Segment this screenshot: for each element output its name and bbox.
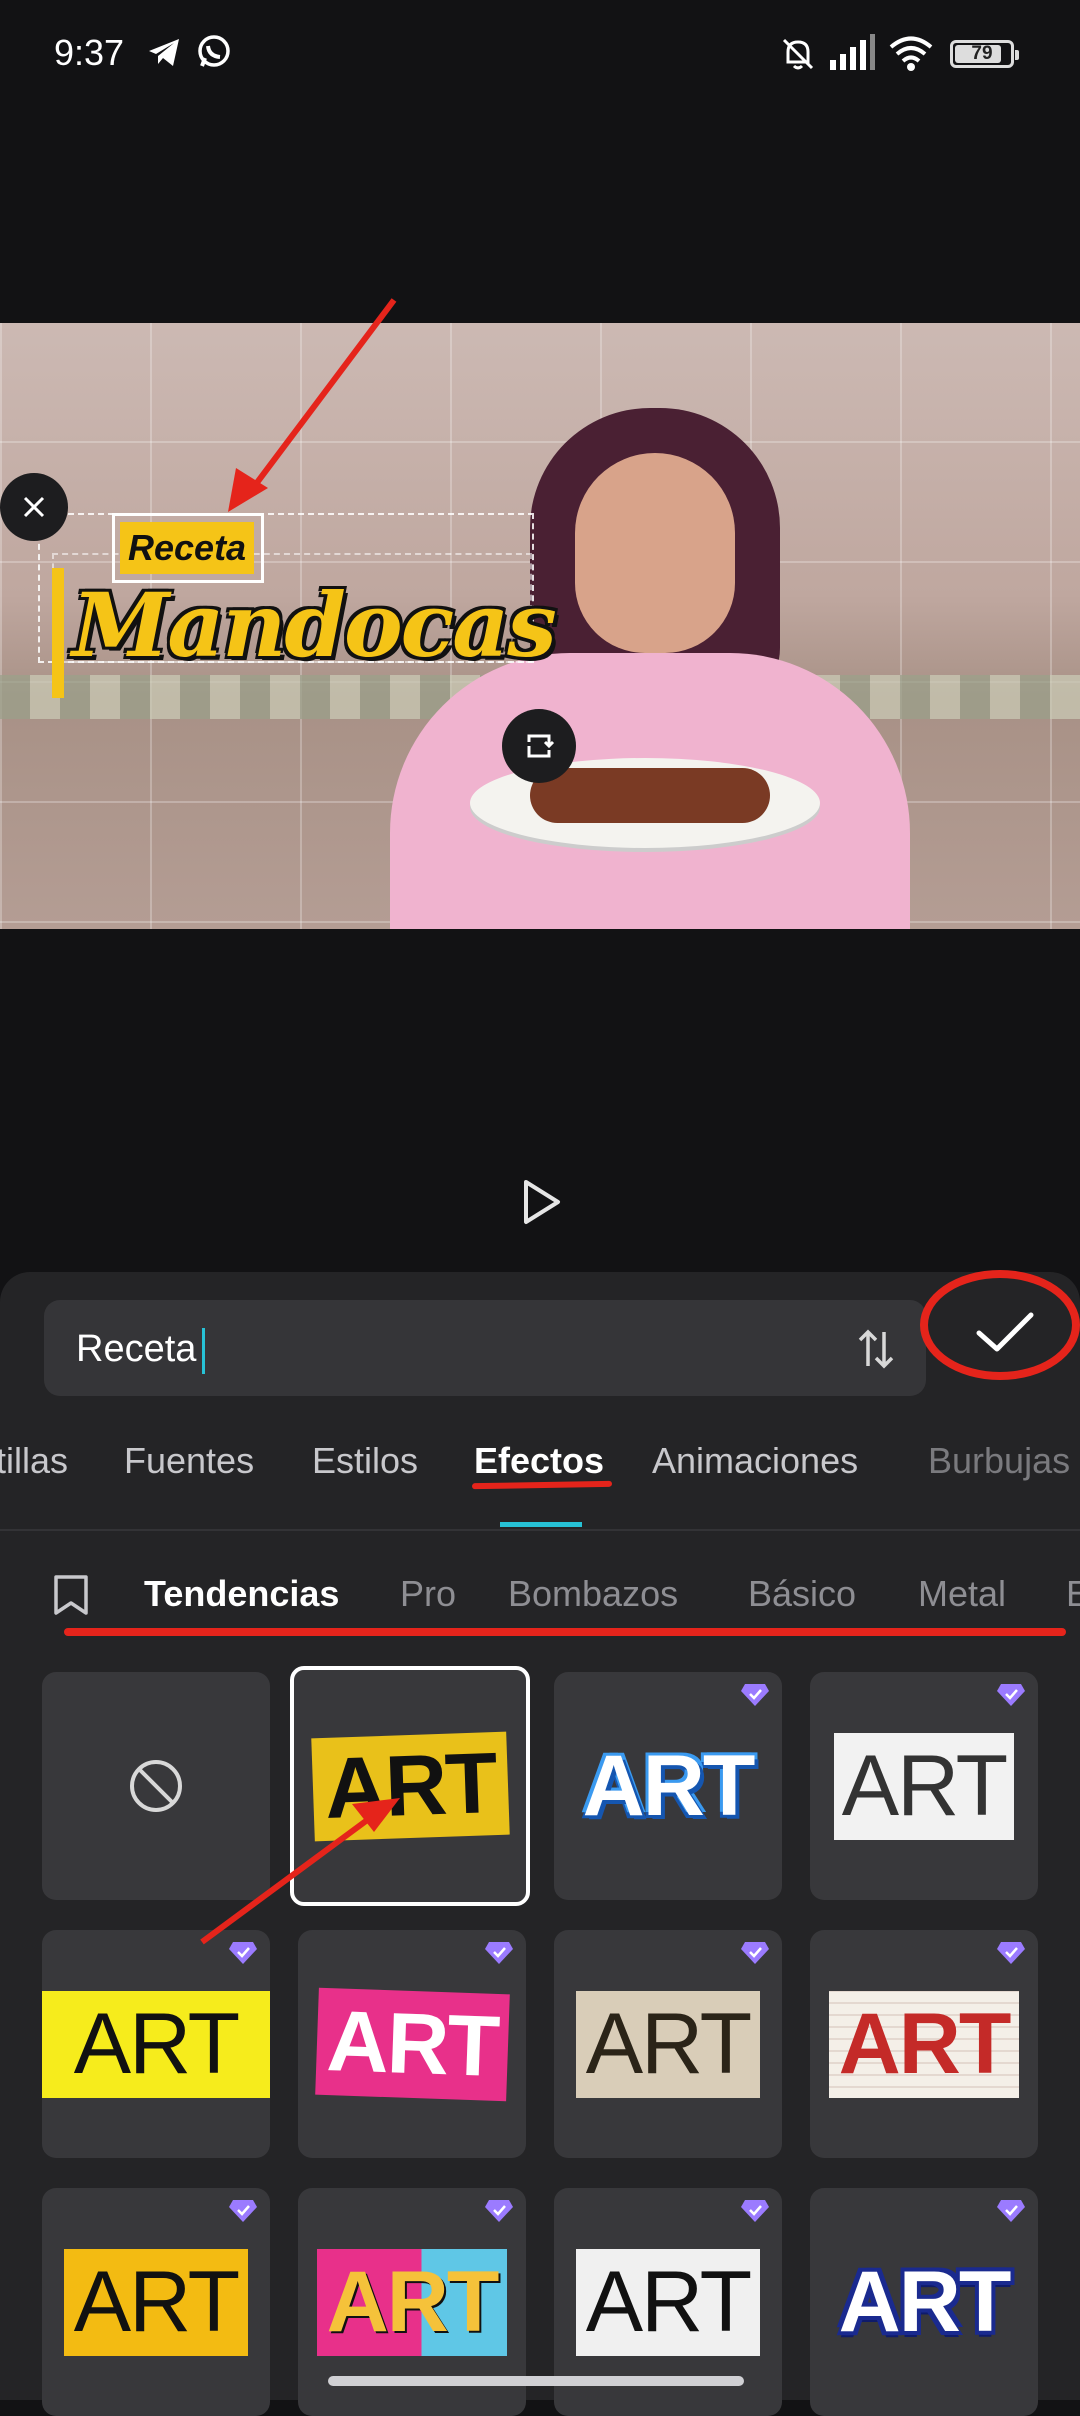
effect-yellow-torn[interactable]: ART: [42, 1930, 270, 2158]
status-time: 9:37: [54, 32, 125, 73]
style-tabs: tillas Fuentes Estilos Efectos Animacion…: [0, 1430, 1080, 1530]
active-tab-indicator: [500, 1522, 582, 1527]
signal-icon: [830, 34, 875, 70]
annotation-underline-tab: [471, 1480, 613, 1490]
premium-icon: [485, 1942, 513, 1964]
premium-icon: [997, 1942, 1025, 1964]
delete-text-button[interactable]: [0, 473, 68, 541]
whatsapp-icon: [198, 35, 230, 67]
effect-swatch: ART: [42, 1990, 270, 2098]
video-preview[interactable]: Mandocas Receta: [0, 323, 1080, 929]
premium-icon: [229, 2200, 257, 2222]
rotate-icon: [527, 734, 555, 758]
check-icon: [976, 1312, 1034, 1352]
annotation-underline-categories: [64, 1628, 1066, 1636]
effect-swatch: ART: [310, 1731, 510, 1841]
effect-label: ART: [585, 1995, 752, 2092]
tab-plantillas[interactable]: tillas: [0, 1440, 68, 1482]
home-indicator[interactable]: [328, 2376, 744, 2386]
effect-beige-paper[interactable]: ART: [554, 1930, 782, 2158]
effect-label: ART: [73, 2253, 240, 2350]
close-icon: [23, 496, 45, 518]
title-accent-bar: [52, 568, 64, 698]
effect-label: ART: [841, 1737, 1008, 1834]
effect-none[interactable]: [42, 1672, 270, 1900]
effect-label: ART: [322, 1734, 497, 1837]
title-overlay-text[interactable]: Mandocas: [72, 573, 557, 677]
effect-swatch: ART: [833, 1732, 1015, 1840]
effect-label: ART: [585, 2253, 752, 2350]
telegram-icon: [149, 39, 179, 66]
category-tendencias[interactable]: Tendencias: [144, 1573, 339, 1615]
effect-swatch: ART: [828, 1990, 1020, 2098]
text-caret: [202, 1328, 206, 1374]
swap-order-icon[interactable]: [856, 1326, 896, 1372]
effect-swatch: ART: [63, 2248, 249, 2356]
premium-icon: [485, 2200, 513, 2222]
effect-pink-paper[interactable]: ART: [298, 1930, 526, 2158]
category-metal[interactable]: Metal: [918, 1573, 1006, 1615]
effect-label: ART: [838, 1995, 1012, 2092]
effect-swatch: ART: [575, 2248, 761, 2356]
tab-estilos[interactable]: Estilos: [312, 1440, 418, 1482]
effect-swatch: ART: [314, 1987, 510, 2101]
food: [530, 768, 770, 823]
effect-yellow-paper[interactable]: ART: [290, 1666, 530, 1906]
text-input-value[interactable]: Receta: [76, 1328, 206, 1374]
effect-red-notebook[interactable]: ART: [810, 1930, 1038, 2158]
tab-efectos[interactable]: Efectos: [474, 1440, 604, 1482]
tab-burbujas[interactable]: Burbujas: [928, 1440, 1070, 1482]
battery-level: 79: [971, 43, 993, 64]
category-bombazos[interactable]: Bombazos: [508, 1573, 678, 1615]
battery-indicator: 79: [950, 40, 1019, 68]
text-input[interactable]: Receta: [44, 1300, 926, 1396]
premium-icon: [997, 2200, 1025, 2222]
play-icon[interactable]: [520, 1178, 564, 1226]
premium-icon: [741, 1942, 769, 1964]
tabs-divider: [0, 1529, 1080, 1531]
effect-label: ART: [582, 1737, 756, 1834]
small-text-selection: [112, 513, 264, 583]
no-effect-icon: [130, 1760, 182, 1812]
effect-white-paper[interactable]: ART: [810, 1672, 1038, 1900]
effect-navy-bubble[interactable]: ART: [810, 2188, 1038, 2416]
effect-yellow-grunge[interactable]: ART: [42, 2188, 270, 2416]
effect-label: ART: [326, 2253, 500, 2350]
bookmark-icon[interactable]: [52, 1573, 90, 1617]
effect-swatch: ART: [575, 1990, 761, 2098]
effect-categories: Tendencias Pro Bombazos Básico Metal E: [0, 1565, 1080, 1635]
tab-fuentes[interactable]: Fuentes: [124, 1440, 254, 1482]
effect-label: ART: [325, 1992, 500, 2095]
wifi-icon: [889, 36, 933, 71]
effect-swatch: ART: [316, 2248, 508, 2356]
premium-icon: [741, 1684, 769, 1706]
status-bar: 9:37 79: [0, 0, 1080, 110]
category-basico[interactable]: Básico: [748, 1573, 856, 1615]
rotate-scale-handle[interactable]: [502, 709, 576, 783]
silent-bell-icon: [782, 38, 814, 70]
premium-icon: [229, 1942, 257, 1964]
effect-blue-bubble[interactable]: ART: [554, 1672, 782, 1900]
effect-label: ART: [838, 2253, 1012, 2350]
category-more[interactable]: E: [1066, 1573, 1080, 1615]
category-pro[interactable]: Pro: [400, 1573, 456, 1615]
person-face: [575, 453, 735, 653]
tab-animaciones[interactable]: Animaciones: [652, 1440, 858, 1482]
premium-icon: [741, 2200, 769, 2222]
confirm-button[interactable]: [950, 1288, 1060, 1378]
effect-label: ART: [73, 1995, 240, 2092]
text-input-content: Receta: [76, 1328, 197, 1371]
premium-icon: [997, 1684, 1025, 1706]
